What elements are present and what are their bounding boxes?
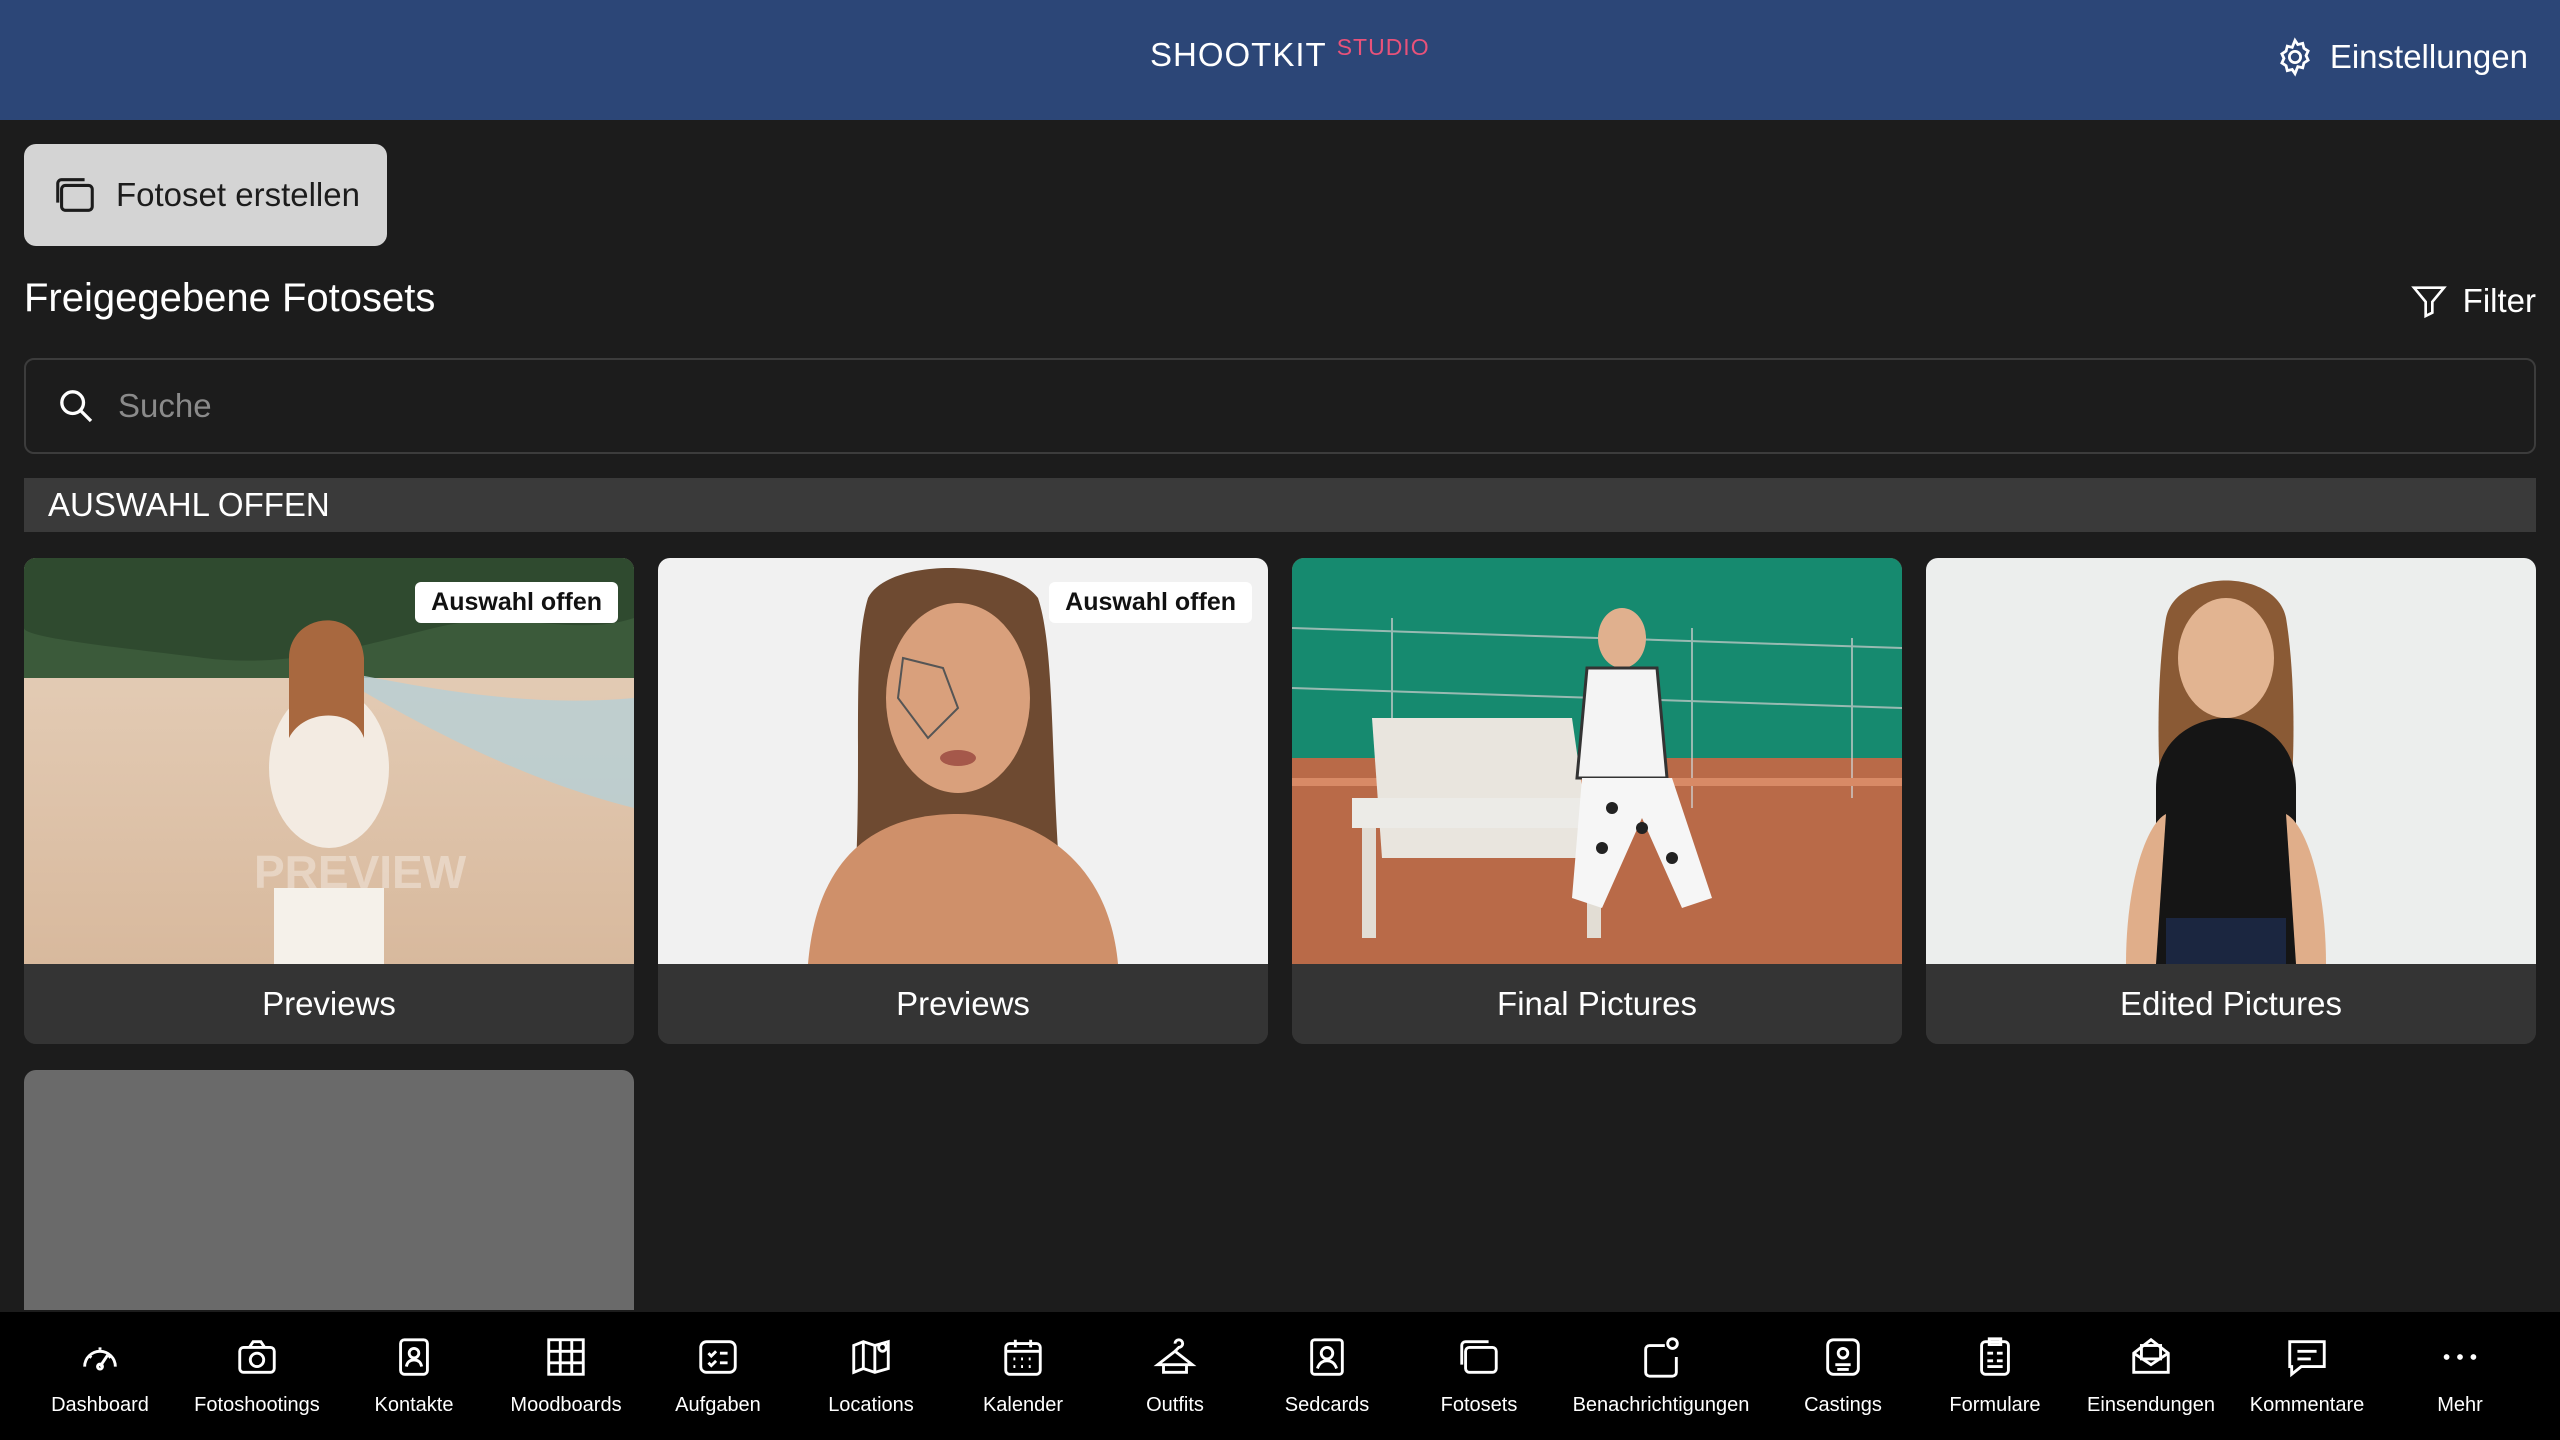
nav-label: Outfits — [1146, 1394, 1204, 1416]
search-bar — [24, 358, 2536, 454]
shirt-icon — [1153, 1338, 1197, 1374]
nav-label: Moodboards — [510, 1394, 622, 1416]
nav-item-fotosets[interactable]: Fotosets — [1389, 1312, 1569, 1440]
nav-label: Fotosets — [1440, 1394, 1518, 1416]
brand-sup: STUDIO — [1336, 34, 1430, 60]
create-photoset-label: Fotoset erstellen — [116, 176, 360, 213]
photoset-card[interactable]: PREVIEW Auswahl offen Previews — [24, 558, 634, 1044]
photoset-card-placeholder[interactable] — [24, 1070, 634, 1310]
filter-icon — [2410, 286, 2447, 319]
photoset-thumbnail — [1926, 558, 2536, 964]
nav-label: Locations — [828, 1394, 914, 1416]
bottom-navigation: Dashboard Fotoshootings Kontakte Moodboa… — [0, 1312, 2560, 1440]
photoset-icon — [1460, 1340, 1498, 1374]
camera-icon — [238, 1340, 276, 1374]
checklist-icon — [699, 1340, 737, 1374]
photoset-thumbnail — [1292, 558, 1902, 964]
group-title: AUSWAHL OFFEN — [48, 486, 330, 523]
photoset-card-label: Final Pictures — [1292, 964, 1902, 1044]
nav-item-mehr[interactable]: Mehr — [2370, 1312, 2550, 1440]
nav-label: Kommentare — [2249, 1394, 2365, 1416]
bell-icon — [1644, 1337, 1679, 1378]
preview-watermark: PREVIEW — [254, 846, 467, 898]
more-icon — [2443, 1354, 2477, 1360]
contact-icon — [399, 1338, 429, 1376]
create-photoset-button[interactable]: Fotoset erstellen — [24, 144, 387, 246]
casting-icon — [1826, 1338, 1860, 1376]
page-title: Freigegebene Fotosets — [24, 276, 436, 320]
nav-label: Formulare — [1949, 1394, 2041, 1416]
nav-label: Benachrichtigungen — [1572, 1394, 1750, 1416]
search-icon — [60, 390, 93, 423]
status-badge: Auswahl offen — [1049, 582, 1252, 623]
photoset-card[interactable]: Auswahl offen Previews — [658, 558, 1268, 1044]
nav-label: Mehr — [2437, 1394, 2483, 1416]
app-logo: SHOOTKIT STUDIO — [1150, 34, 1430, 74]
gear-icon — [2279, 37, 2310, 77]
nav-item-fotoshootings[interactable]: Fotoshootings — [167, 1312, 347, 1440]
nav-item-formulare[interactable]: Formulare — [1905, 1312, 2085, 1440]
nav-label: Fotoshootings — [194, 1394, 320, 1416]
nav-item-benachrichtigungen[interactable]: Benachrichtigungen — [1571, 1312, 1751, 1440]
nav-label: Dashboard — [51, 1394, 149, 1416]
nav-label: Einsendungen — [2087, 1394, 2215, 1416]
gauge-icon — [83, 1347, 117, 1371]
top-bar: SHOOTKIT STUDIO Einstellungen — [0, 0, 2560, 120]
brand-name: SHOOTKIT — [1150, 36, 1327, 73]
photoset-card[interactable]: Final Pictures — [1292, 558, 1902, 1044]
nav-item-einsendungen[interactable]: Einsendungen — [2061, 1312, 2241, 1440]
nav-item-dashboard[interactable]: Dashboard — [10, 1312, 190, 1440]
photoset-card[interactable]: Edited Pictures — [1926, 558, 2536, 1044]
photoset-card-label: Previews — [24, 964, 634, 1044]
nav-label: Kontakte — [374, 1394, 454, 1416]
calendar-icon — [1004, 1339, 1042, 1376]
envelope-icon — [2132, 1337, 2170, 1374]
settings-label: Einstellungen — [2329, 38, 2528, 75]
photoset-card-label: Previews — [658, 964, 1268, 1044]
nav-label: Kalender — [982, 1394, 1064, 1416]
nav-label: Castings — [1804, 1394, 1882, 1416]
status-badge: Auswahl offen — [415, 582, 618, 623]
clipboard-icon — [1980, 1337, 2010, 1376]
filter-button[interactable]: Filter — [2409, 280, 2536, 322]
filter-label: Filter — [2462, 282, 2536, 319]
nav-label: Sedcards — [1284, 1394, 1370, 1416]
grid-icon — [547, 1338, 585, 1376]
portrait-card-icon — [1310, 1338, 1344, 1376]
map-icon — [852, 1339, 890, 1375]
photoset-icon — [56, 178, 94, 212]
search-input[interactable] — [118, 387, 2534, 425]
nav-label: Aufgaben — [675, 1394, 761, 1416]
settings-button[interactable]: Einstellungen — [2274, 36, 2528, 78]
group-header: AUSWAHL OFFEN — [24, 478, 2536, 532]
photoset-card-label: Edited Pictures — [1926, 964, 2536, 1044]
comment-icon — [2288, 1340, 2326, 1378]
